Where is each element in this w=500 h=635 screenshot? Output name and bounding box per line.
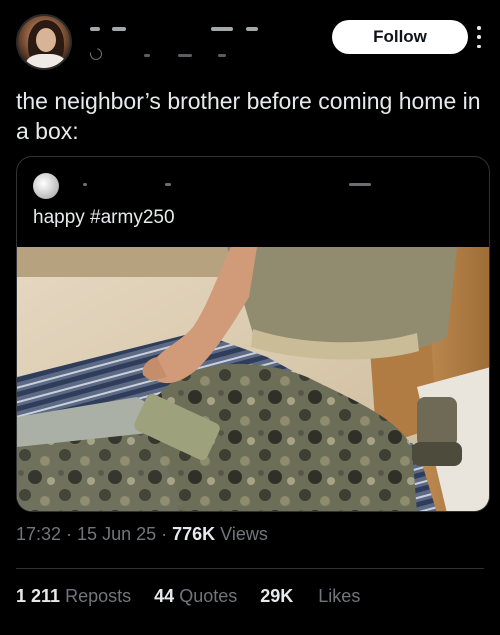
meta-separator: ·	[61, 524, 78, 544]
reposts-label: Reposts	[65, 586, 132, 606]
quoted-media-photo[interactable]	[17, 247, 490, 512]
reposts-stat[interactable]: 1 211 Reposts	[16, 586, 131, 606]
quoted-tweet-card[interactable]: happy #army250	[16, 156, 490, 512]
meta-separator: ·	[156, 524, 173, 544]
views-label: Views	[215, 524, 268, 544]
tweet-date[interactable]: 15 Jun 25	[77, 524, 156, 544]
quotes-label: Quotes	[179, 586, 238, 606]
more-vertical-icon[interactable]	[474, 26, 484, 48]
quoted-author-name-obscured	[69, 183, 389, 189]
tweet-time[interactable]: 17:32	[16, 524, 61, 544]
reposts-count: 1 211	[16, 586, 61, 606]
author-name-obscured[interactable]	[90, 20, 300, 36]
author-handle-obscured[interactable]	[87, 45, 250, 63]
follow-button[interactable]: Follow	[332, 20, 468, 54]
quotes-count: 44	[154, 586, 175, 606]
tweet-header: Follow	[16, 14, 484, 72]
tweet-meta: 17:32 · 15 Jun 25 · 776K Views	[16, 524, 268, 545]
divider	[16, 568, 484, 569]
likes-count: 29K	[260, 586, 294, 606]
author-avatar[interactable]	[16, 14, 72, 70]
likes-stat[interactable]: 29K Likes	[260, 586, 360, 606]
tweet-stats: 1 211 Reposts 44 Quotes 29K Likes	[16, 586, 378, 607]
views-count: 776K	[172, 524, 216, 544]
refresh-icon	[87, 45, 105, 63]
likes-label: Likes	[318, 586, 361, 606]
quotes-stat[interactable]: 44 Quotes	[154, 586, 237, 606]
quoted-author-avatar	[33, 173, 59, 199]
quoted-tweet-text: happy #army250	[33, 207, 175, 228]
tweet-text: the neighbor’s brother before coming hom…	[16, 88, 481, 144]
